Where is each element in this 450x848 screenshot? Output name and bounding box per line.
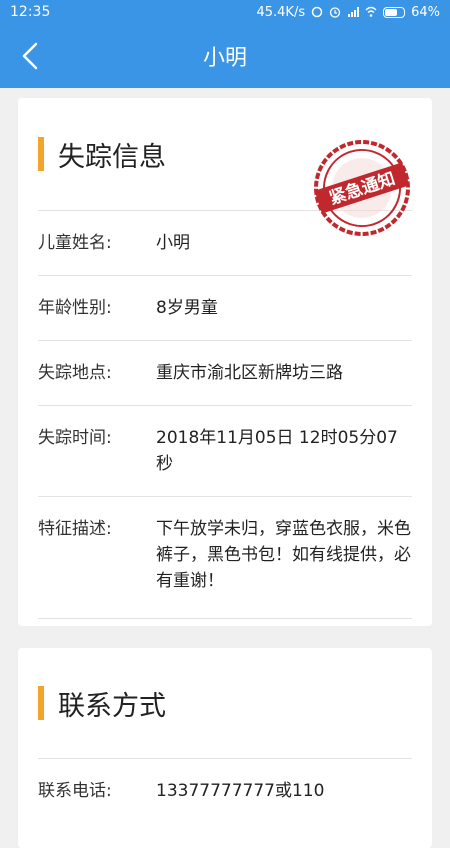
page-title: 小明 — [202, 46, 247, 71]
contact-title: 联系方式 — [58, 690, 166, 722]
battery-icon — [383, 6, 406, 18]
row-label: 年龄性别: — [38, 298, 112, 318]
row-value: 下午放学未归，穿蓝色衣服，米色裤子，黑色书包！如有线提供，必有重谢！ — [156, 519, 411, 591]
row-label: 联系电话: — [38, 781, 112, 801]
urgent-notice-stamp: 紧急通知 — [314, 140, 410, 236]
info-row-time: 失踪时间: 2018年11月05日 12时05分07秒 — [38, 406, 412, 497]
row-label: 儿童姓名: — [38, 233, 112, 253]
row-value: 2018年11月05日 12时05分07秒 — [156, 428, 398, 474]
row-label: 失踪时间: — [38, 428, 112, 448]
alarm-icon — [329, 7, 341, 18]
main-content: 失踪信息 紧急通知 儿童姓名: 小明 年龄性别: 8岁男童 失踪地点: 重庆市渝… — [0, 88, 450, 848]
wifi-icon — [365, 6, 377, 17]
contact-card: 联系方式 联系电话: 13377777777或110 — [18, 648, 432, 848]
network-speed: 45.4K/s — [256, 4, 306, 20]
back-button[interactable] — [10, 36, 50, 76]
sync-icon — [311, 6, 323, 18]
missing-info-card: 失踪信息 紧急通知 儿童姓名: 小明 年龄性别: 8岁男童 失踪地点: 重庆市渝… — [18, 98, 432, 626]
status-bar: 12:35 45.4K/s 64% — [0, 0, 450, 24]
contact-row-phone[interactable]: 联系电话: 13377777777或110 — [38, 759, 412, 823]
navigation-bar: 小明 — [0, 24, 450, 88]
chevron-left-icon — [22, 42, 38, 70]
info-row-location: 失踪地点: 重庆市渝北区新牌坊三路 — [38, 341, 412, 406]
missing-info-title: 失踪信息 — [58, 141, 166, 173]
info-row-description: 特征描述: 下午放学未归，穿蓝色衣服，米色裤子，黑色书包！如有线提供，必有重谢！ — [38, 497, 412, 619]
info-row-age-gender: 年龄性别: 8岁男童 — [38, 276, 412, 341]
row-label: 失踪地点: — [38, 363, 112, 383]
signal-icon — [348, 7, 360, 17]
row-label: 特征描述: — [38, 519, 112, 539]
status-time: 12:35 — [10, 4, 51, 20]
status-indicators: 45.4K/s 64% — [256, 5, 440, 20]
battery-level: 64% — [411, 4, 440, 20]
section-accent-bar — [38, 686, 44, 720]
phone-number[interactable]: 13377777777或110 — [156, 778, 412, 804]
contact-header: 联系方式 — [38, 648, 412, 758]
row-value: 重庆市渝北区新牌坊三路 — [156, 363, 343, 383]
row-value: 8岁男童 — [156, 298, 218, 318]
section-accent-bar — [38, 137, 44, 171]
